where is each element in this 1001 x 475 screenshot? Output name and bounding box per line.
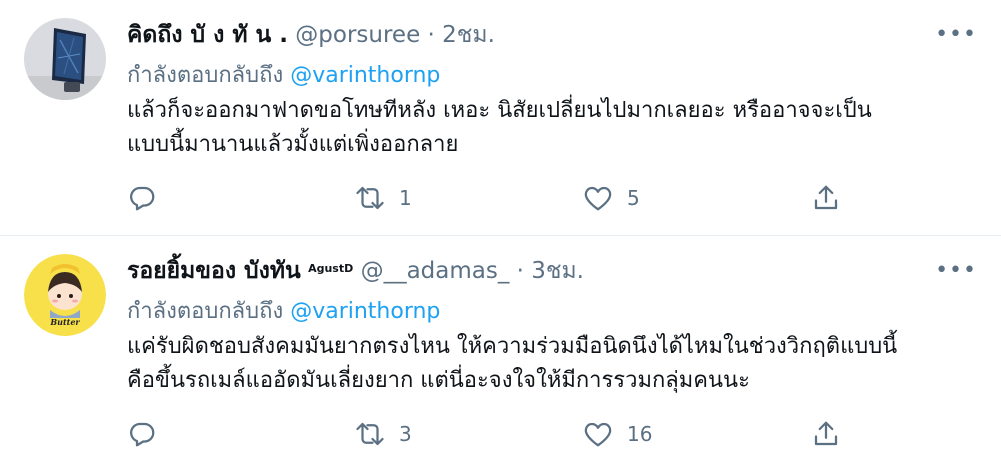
display-name-superscript: AgustD [308,262,354,275]
reply-button[interactable] [127,180,157,216]
tweet-text: แค่รับผิดชอบสังคมมันยากตรงไหน ให้ความร่ว… [127,330,977,398]
action-bar: 1 5 [127,180,847,216]
tweet-text-line: แล้วก็จะออกมาฟาดขอโทษทีหลัง เหอะ นิสัยเป… [127,98,872,123]
more-icon[interactable]: ••• [935,260,977,282]
tweet-text-line: แบบนี้มานานแล้วมั้งแต่เพิ่งออกลาย [127,132,459,157]
timestamp[interactable]: 3ชม. [531,258,584,284]
retweet-button[interactable]: 3 [355,416,412,452]
separator-dot: · [516,258,524,284]
user-handle[interactable]: @porsuree [295,22,420,48]
tweet-header: รอยยิ้มของ บังทัน AgustD @__adamas_ · 3ช… [127,254,584,288]
mention-link[interactable]: @varinthornp [290,63,440,88]
reply-icon [130,422,155,447]
share-icon [814,421,838,446]
retweet-count: 1 [399,186,412,210]
retweet-count: 3 [399,422,412,446]
user-handle[interactable]: @__adamas_ [361,258,510,284]
display-name[interactable]: รอยยิ้มของ บังทัน [127,258,301,284]
avatar-image [24,18,106,100]
avatar[interactable]: Butter [24,254,106,336]
share-icon [814,185,838,210]
display-name[interactable]: คิดถึง บั ง ทั น . [127,22,288,48]
like-icon [584,186,612,211]
tweet[interactable]: คิดถึง บั ง ทั น . @porsuree · 2ชม. ••• … [0,0,1001,236]
like-icon [584,422,612,447]
like-button[interactable]: 16 [583,416,652,452]
replying-to: กำลังตอบกลับถึง @varinthornp [127,59,440,93]
avatar[interactable] [24,18,106,100]
reply-icon [130,186,155,211]
like-count: 16 [627,422,653,446]
separator-dot: · [427,22,435,48]
timestamp[interactable]: 2ชม. [442,22,495,48]
retweet-icon [356,422,384,446]
tweet[interactable]: Butter รอยยิ้มของ บังทัน AgustD @__adama… [0,236,1001,472]
like-count: 5 [627,186,640,210]
action-bar: 3 16 [127,416,847,452]
tweet-header: คิดถึง บั ง ทั น . @porsuree · 2ชม. [127,18,495,52]
replying-to-label: กำลังตอบกลับถึง [127,63,284,88]
tweet-text-line: คือขึ้นรถเมล์แออัดมันเลี่ยงยาก แต่นี่อะจ… [127,368,750,393]
like-button[interactable]: 5 [583,180,640,216]
mention-link[interactable]: @varinthornp [290,299,440,324]
retweet-button[interactable]: 1 [355,180,412,216]
share-button[interactable] [811,180,841,216]
more-icon[interactable]: ••• [935,24,977,46]
avatar-image: Butter [24,254,106,336]
tweet-text-line: แค่รับผิดชอบสังคมมันยากตรงไหน ให้ความร่ว… [127,334,898,359]
share-button[interactable] [811,416,841,452]
replying-to: กำลังตอบกลับถึง @varinthornp [127,295,440,329]
reply-button[interactable] [127,416,157,452]
avatar-label: Butter [49,317,80,327]
retweet-icon [356,186,384,210]
replying-to-label: กำลังตอบกลับถึง [127,299,284,324]
tweet-text: แล้วก็จะออกมาฟาดขอโทษทีหลัง เหอะ นิสัยเป… [127,94,977,162]
